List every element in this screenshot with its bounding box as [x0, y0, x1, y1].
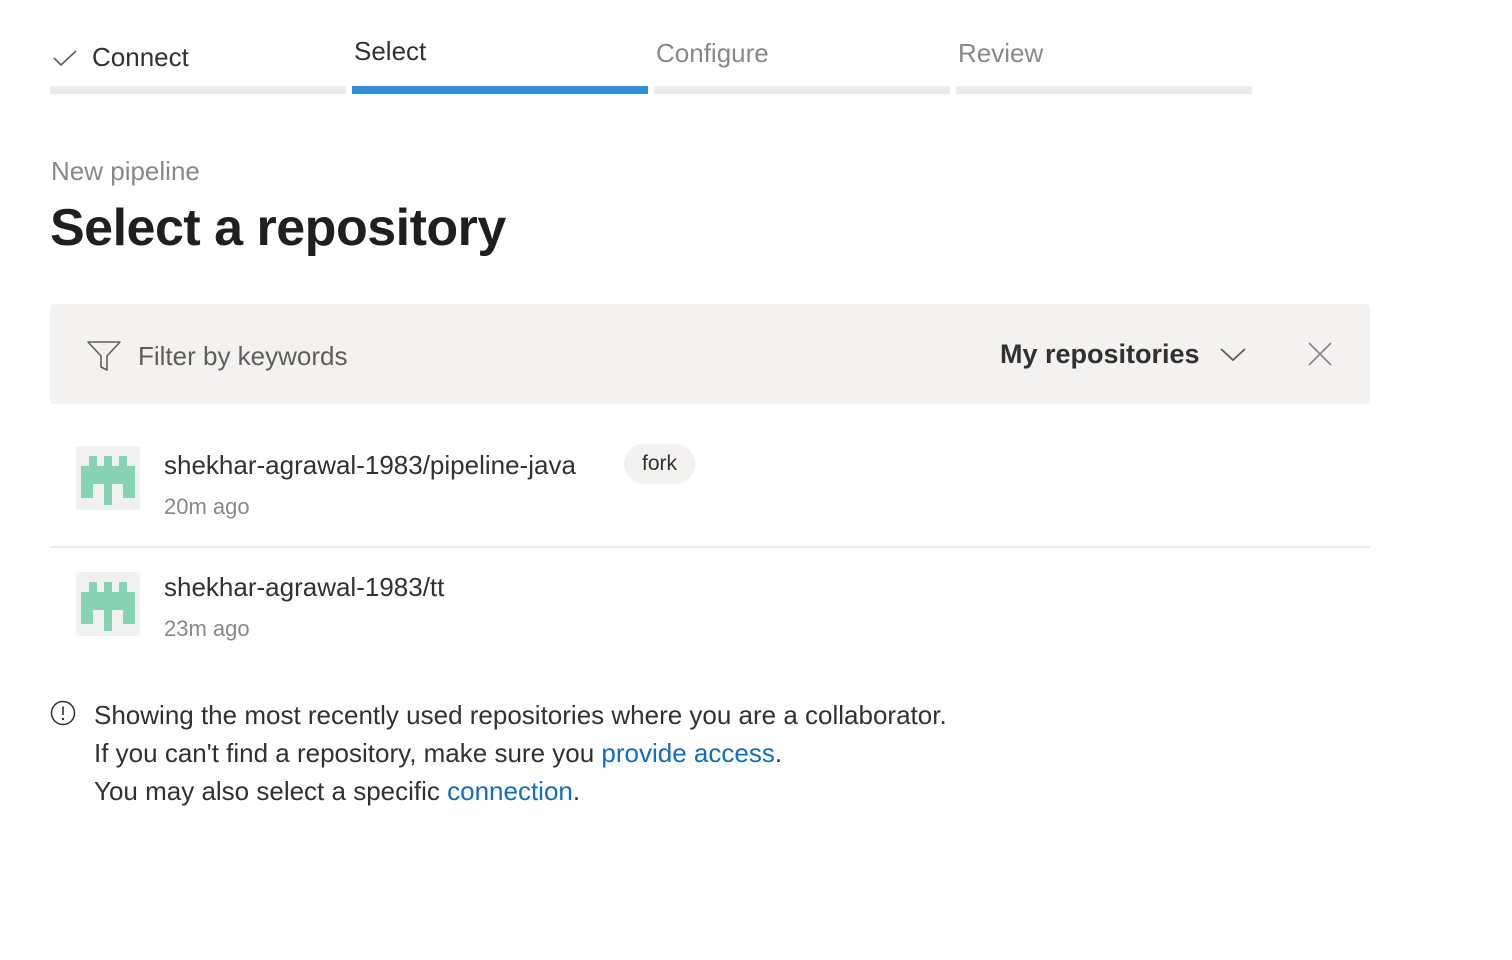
page-subtitle: New pipeline — [51, 156, 200, 186]
step-select-bar — [352, 86, 648, 94]
repository-avatar — [76, 446, 140, 510]
filter-icon — [87, 341, 121, 371]
repository-name[interactable]: shekhar-agrawal-1983/pipeline-java — [164, 450, 576, 481]
info-line-3-text: You may also select a specific — [94, 776, 448, 806]
info-line-1: Showing the most recently used repositor… — [94, 700, 947, 730]
step-select[interactable]: Select — [352, 30, 648, 94]
info-line-3: You may also select a specific connectio… — [94, 772, 1194, 810]
checkmark-icon — [53, 49, 77, 66]
info-line-3-period: . — [572, 776, 581, 806]
chevron-down-icon — [1219, 348, 1246, 362]
info-line-2-period: . — [774, 738, 783, 768]
repository-name[interactable]: shekhar-agrawal-1983/tt — [164, 572, 444, 603]
close-icon — [1308, 342, 1332, 366]
filter-input[interactable] — [136, 332, 836, 380]
step-connect-bar — [50, 86, 346, 94]
step-configure-label: Configure — [656, 38, 769, 68]
repository-row[interactable]: shekhar-agrawal-1983/pipeline-java fork … — [50, 424, 1370, 546]
repository-updated: 20m ago — [164, 494, 250, 519]
info-icon — [50, 700, 76, 726]
repository-scope-dropdown[interactable]: My repositories — [1000, 330, 1248, 378]
clear-filter-button[interactable] — [1300, 334, 1340, 374]
identicon-icon — [81, 582, 135, 631]
step-configure[interactable]: Configure — [654, 30, 950, 94]
repository-scope-label: My repositories — [1000, 338, 1200, 369]
step-connect[interactable]: Connect — [50, 30, 346, 94]
repository-row[interactable]: shekhar-agrawal-1983/tt 23m ago — [50, 546, 1370, 664]
provide-access-link[interactable]: provide access — [601, 738, 774, 768]
repository-avatar — [76, 572, 140, 636]
info-line-2-text: If you can't find a repository, make sur… — [94, 738, 602, 768]
step-review-bar — [956, 86, 1252, 94]
step-connect-label: Connect — [92, 42, 189, 72]
identicon-icon — [81, 456, 135, 505]
info-line-2: If you can't find a repository, make sur… — [94, 734, 1194, 772]
page-title: Select a repository — [50, 199, 506, 257]
filter-bar: My repositories — [50, 304, 1370, 404]
step-review-label: Review — [958, 38, 1044, 68]
fork-badge: fork — [624, 444, 696, 484]
step-select-label: Select — [354, 36, 427, 66]
step-review[interactable]: Review — [956, 30, 1252, 94]
repository-updated: 23m ago — [164, 616, 250, 641]
repository-list: shekhar-agrawal-1983/pipeline-java fork … — [50, 424, 1370, 664]
step-configure-bar — [654, 86, 950, 94]
connection-link[interactable]: connection — [447, 776, 573, 806]
